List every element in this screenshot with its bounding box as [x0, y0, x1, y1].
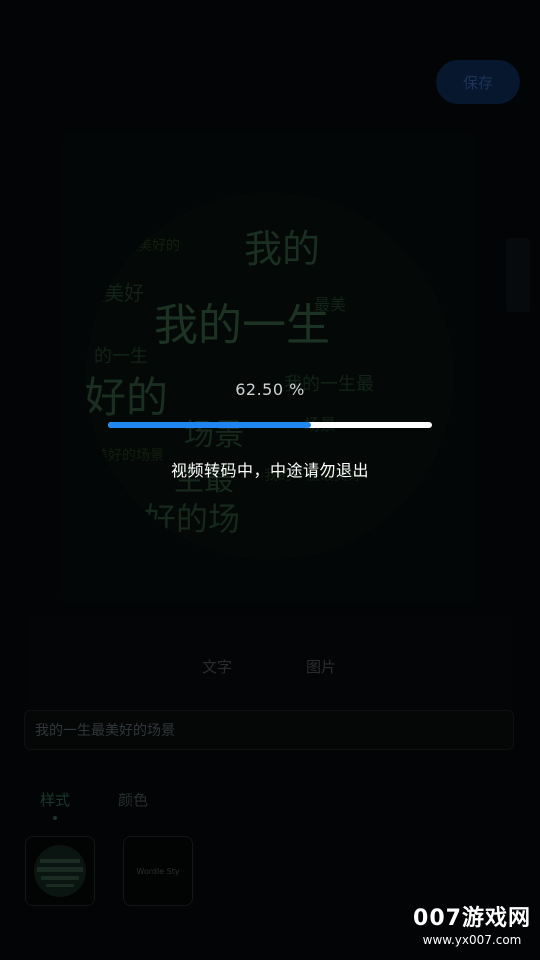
cloud-word: 我的 — [244, 229, 320, 271]
side-handle — [506, 238, 530, 312]
progress-message: 视频转码中，中途请勿退出 — [170, 461, 369, 480]
tab-style[interactable]: 样式 — [40, 789, 70, 810]
watermark: 007游戏网 www.yx007.com — [408, 906, 536, 956]
text-input[interactable]: 我的一生最美好的场景 — [24, 710, 514, 750]
screen: 保存 我的 我的一生 好的 场景 生最 好的场 最美好 的一生 我的一生最 场景… — [0, 0, 540, 960]
cloud-word: 最美好的 — [124, 237, 180, 253]
cloud-word: 的一生 — [94, 346, 148, 366]
progress-bar — [108, 422, 432, 428]
cloud-word: 最美好 — [84, 282, 144, 305]
watermark-title: 007游戏网 — [413, 906, 531, 931]
active-tab-indicator — [53, 816, 57, 820]
circle-cloud-icon — [34, 845, 86, 897]
style-thumb-circle[interactable] — [25, 836, 95, 906]
tab-text[interactable]: 文字 — [202, 656, 232, 677]
cloud-word: 好的场 — [144, 501, 240, 537]
progress-percent: 62.50 % — [235, 380, 305, 399]
editor-panel — [28, 616, 512, 712]
word-cloud: 我的 我的一生 好的 场景 生最 好的场 最美好 的一生 我的一生最 场景 最美… — [84, 192, 454, 560]
style-thumb-wordle[interactable]: Wordle Sty — [123, 836, 193, 906]
cloud-word: 最美 — [314, 296, 346, 314]
save-button[interactable]: 保存 — [436, 60, 520, 104]
progress-fill — [108, 422, 311, 428]
watermark-url: www.yx007.com — [422, 933, 522, 947]
style-thumb-label: Wordle Sty — [136, 866, 180, 876]
tab-color[interactable]: 颜色 — [118, 789, 148, 810]
cloud-word: 我的一生 — [154, 301, 330, 350]
tab-image[interactable]: 图片 — [306, 656, 336, 677]
